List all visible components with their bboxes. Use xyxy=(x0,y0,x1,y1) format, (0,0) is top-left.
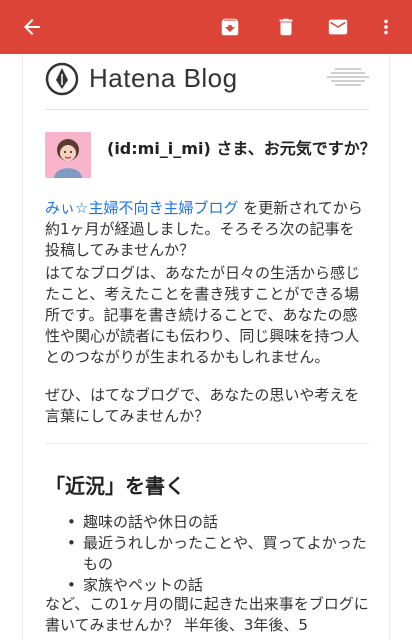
more-vert-icon xyxy=(384,19,388,35)
fountain-pen-logo-icon xyxy=(45,62,79,96)
back-button[interactable] xyxy=(12,0,52,54)
dot-pattern-icon xyxy=(327,68,369,86)
avatar xyxy=(45,132,91,178)
list-item: 家族やペットの話 xyxy=(67,575,367,596)
footer-paragraph: など、この1ヶ月の間に起きた出来事をブログに書いてみませんか？ 半年後、3年後、… xyxy=(45,595,369,634)
section-heading: 「近況」を書く xyxy=(45,474,185,498)
mark-unread-button[interactable] xyxy=(316,0,360,54)
list-item: 趣味の話や休日の話 xyxy=(67,512,367,533)
topic-list: 趣味の話や休日の話 最近うれしかったことや、買ってよかったもの 家族やペットの話 xyxy=(67,512,367,596)
list-item: 最近うれしかったことや、買ってよかったもの xyxy=(67,533,367,575)
greeting-text: (id:mi_i_mi) さま、お元気ですか？ xyxy=(107,139,376,158)
description-paragraph: はてなブログは、あなたが日々の生活から感じたこと、考えたことを書き残すことができ… xyxy=(45,264,361,366)
trash-icon xyxy=(279,18,293,36)
more-options-button[interactable] xyxy=(368,0,404,54)
delete-button[interactable] xyxy=(264,0,308,54)
greeting-row: (id:mi_i_mi) さま、お元気ですか？ xyxy=(45,132,376,182)
encouragement-paragraph: ぜひ、はてなブログで、あなたの思いや考えを言葉にしてみませんか？ xyxy=(45,386,360,425)
section-divider xyxy=(45,443,369,444)
message-card: Hatena Blog (id:mi_i_mi) さま、お元気ですか？ みぃ☆主… xyxy=(22,54,390,640)
archive-icon xyxy=(221,18,239,36)
brand-name: Hatena Blog xyxy=(89,63,238,93)
mail-icon xyxy=(328,19,348,35)
back-arrow-icon xyxy=(24,19,40,35)
brand-header: Hatena Blog xyxy=(45,54,369,110)
archive-button[interactable] xyxy=(208,0,252,54)
blog-link[interactable]: みぃ☆主婦不向き主婦ブログ xyxy=(45,199,238,217)
app-bar xyxy=(0,0,412,54)
intro-paragraph: みぃ☆主婦不向き主婦ブログ を更新されてから約1ヶ月が経過しました。そろそろ次の… xyxy=(45,198,369,261)
email-body[interactable]: Hatena Blog (id:mi_i_mi) さま、お元気ですか？ みぃ☆主… xyxy=(0,54,412,640)
